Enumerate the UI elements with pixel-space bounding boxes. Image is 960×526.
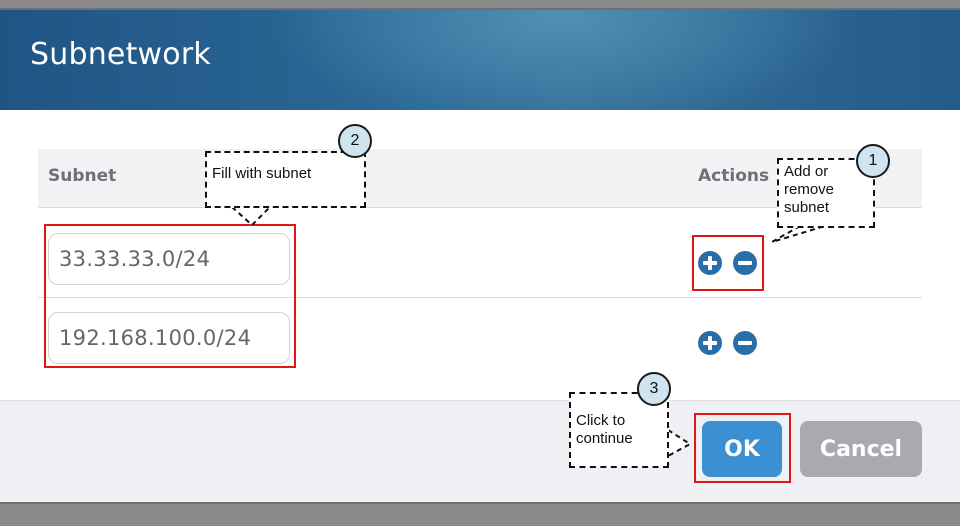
dialog-header: Subnetwork bbox=[0, 10, 960, 110]
subnet-inputs-highlight bbox=[44, 224, 296, 368]
column-header-actions: Actions bbox=[698, 166, 770, 186]
remove-subnet-button[interactable] bbox=[733, 331, 757, 355]
callout-text-line: Click to bbox=[576, 412, 626, 429]
ok-button-highlight bbox=[694, 413, 791, 483]
callout-text: Fill with subnet bbox=[212, 165, 312, 182]
step-badge-2: 2 bbox=[338, 124, 372, 158]
step-badge-3: 3 bbox=[637, 372, 671, 406]
add-subnet-button[interactable] bbox=[698, 331, 722, 355]
cancel-button[interactable]: Cancel bbox=[800, 421, 922, 477]
callout-text-line: Add or bbox=[784, 163, 829, 180]
step-badge-1: 1 bbox=[856, 144, 890, 178]
column-header-subnet: Subnet bbox=[48, 166, 117, 186]
dialog-title: Subnetwork bbox=[30, 37, 211, 72]
callout-text-line: subnet bbox=[784, 199, 830, 216]
callout-fill-subnet: Fill with subnet bbox=[205, 151, 366, 208]
callout-text-line: remove bbox=[784, 181, 835, 198]
callout-text-line: continue bbox=[576, 430, 633, 447]
actions-highlight bbox=[692, 235, 764, 291]
